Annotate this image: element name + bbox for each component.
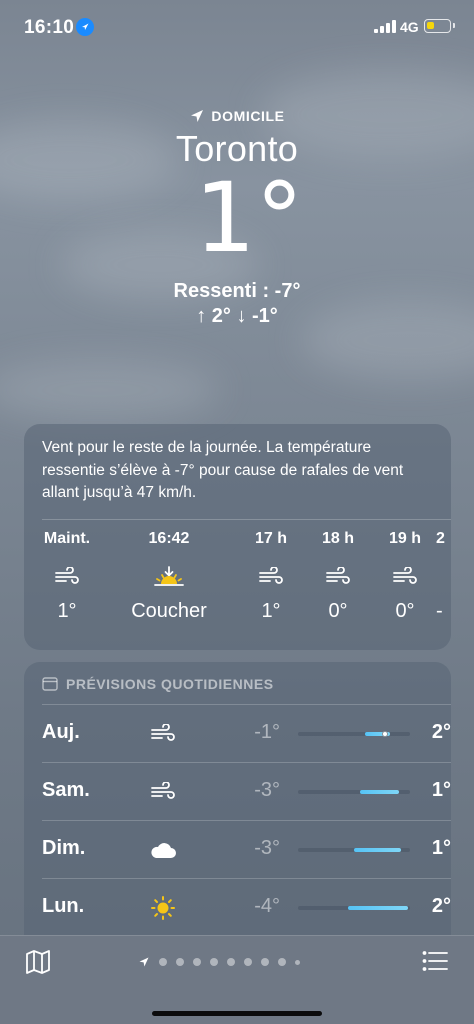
page-dot[interactable] xyxy=(227,958,235,966)
day-high: 2° xyxy=(431,895,451,917)
sunset-icon xyxy=(118,558,220,596)
sunset-label: Coucher xyxy=(131,599,207,622)
temperature-range-bar xyxy=(298,731,410,737)
hour-label: 18 h xyxy=(321,529,354,547)
high-low: ↑ 2° ↓ -1° xyxy=(196,305,278,327)
temperature-range-bar xyxy=(298,848,410,852)
location-arrow-icon xyxy=(191,110,204,122)
home-location-tag: DOMICILE xyxy=(0,108,474,124)
page-dot[interactable] xyxy=(244,958,252,966)
location-arrow-icon xyxy=(139,957,149,967)
wind-icon xyxy=(305,558,371,596)
temperature-range-bar xyxy=(298,906,410,910)
hour-label: 19 h xyxy=(388,529,421,547)
day-low: -3° xyxy=(254,837,280,859)
day-high: 1° xyxy=(431,779,451,801)
day-name: Dim. xyxy=(42,837,86,859)
wind-icon xyxy=(146,717,180,751)
page-dot[interactable] xyxy=(159,958,167,966)
status-bar: 16:10 4G xyxy=(0,0,474,54)
current-weather: DOMICILE Toronto 1° Ressenti : -7° ↑ 2° … xyxy=(0,108,474,328)
cloud-icon xyxy=(146,833,180,867)
hour-label: 17 h xyxy=(254,529,287,547)
day-name: Auj. xyxy=(42,721,80,743)
day-low: -4° xyxy=(254,895,280,917)
day-name: Sam. xyxy=(42,779,90,801)
daily-row[interactable]: Lun. -4° 2° xyxy=(42,878,451,936)
conditions-summary: Vent pour le reste de la journée. La tem… xyxy=(42,439,404,501)
network-type: 4G xyxy=(400,19,419,35)
city-list-button[interactable] xyxy=(422,950,448,972)
wind-icon xyxy=(238,558,304,596)
calendar-icon xyxy=(42,677,58,691)
daily-forecast-header: PRÉVISIONS QUOTIDIENNES xyxy=(24,662,451,692)
location-services-icon xyxy=(76,18,94,36)
hourly-strip[interactable]: Maint. 1° 16:42 Coucher 17 h 1° 18 h 0° … xyxy=(24,520,451,650)
hour-item: 18 h 0° xyxy=(305,530,371,623)
hour-item: 19 h 0° xyxy=(372,530,438,623)
cellular-signal-icon xyxy=(374,20,396,33)
hour-temp: - xyxy=(436,599,443,622)
wind-icon xyxy=(34,558,100,596)
page-dot[interactable] xyxy=(210,958,218,966)
hour-label: 2 xyxy=(436,529,445,547)
page-indicator[interactable] xyxy=(138,956,300,968)
hour-item: 17 h 1° xyxy=(238,530,304,623)
daily-row[interactable]: Dim. -3° 1° xyxy=(42,820,451,878)
wind-icon xyxy=(436,558,451,596)
page-dot[interactable] xyxy=(176,958,184,966)
wind-icon xyxy=(372,558,438,596)
feels-like: Ressenti : -7° xyxy=(173,280,301,302)
hour-temp: 1° xyxy=(57,599,77,622)
daily-row[interactable]: Auj. -1° 2° xyxy=(42,704,451,762)
home-indicator[interactable] xyxy=(152,1011,322,1016)
hour-label: 16:42 xyxy=(148,529,190,547)
day-low: -1° xyxy=(254,721,280,743)
hour-temp: 0° xyxy=(328,599,348,622)
bottom-toolbar xyxy=(0,935,474,1024)
hour-label: Maint. xyxy=(43,529,91,547)
hour-item: 16:42 Coucher xyxy=(118,530,220,623)
hourly-forecast-card[interactable]: Vent pour le reste de la journée. La tem… xyxy=(24,424,451,650)
wind-icon xyxy=(146,775,180,809)
list-icon xyxy=(422,951,448,971)
daily-forecast-card[interactable]: PRÉVISIONS QUOTIDIENNES Auj. -1° 2° Sam.… xyxy=(24,662,451,952)
day-name: Lun. xyxy=(42,895,85,917)
daily-forecast-title: PRÉVISIONS QUOTIDIENNES xyxy=(66,676,274,692)
page-dot[interactable] xyxy=(193,958,201,966)
page-dot[interactable] xyxy=(278,958,286,966)
sun-icon xyxy=(146,891,180,925)
battery-icon xyxy=(424,19,455,33)
day-low: -3° xyxy=(254,779,280,801)
home-label: DOMICILE xyxy=(211,108,285,124)
map-button[interactable] xyxy=(24,948,52,976)
map-icon xyxy=(26,950,50,974)
hour-item: 2 - xyxy=(436,530,451,623)
daily-row[interactable]: Sam. -3° 1° xyxy=(42,762,451,820)
page-dot[interactable] xyxy=(295,959,300,965)
hour-temp: 1° xyxy=(261,599,281,622)
day-high: 2° xyxy=(431,721,451,743)
temperature-range-bar xyxy=(298,790,410,794)
current-temperature: 1° xyxy=(194,162,304,274)
hour-item: Maint. 1° xyxy=(34,530,100,623)
day-high: 1° xyxy=(431,837,451,859)
hour-temp: 0° xyxy=(395,599,415,622)
page-dot[interactable] xyxy=(261,958,269,966)
status-time: 16:10 xyxy=(24,17,75,38)
